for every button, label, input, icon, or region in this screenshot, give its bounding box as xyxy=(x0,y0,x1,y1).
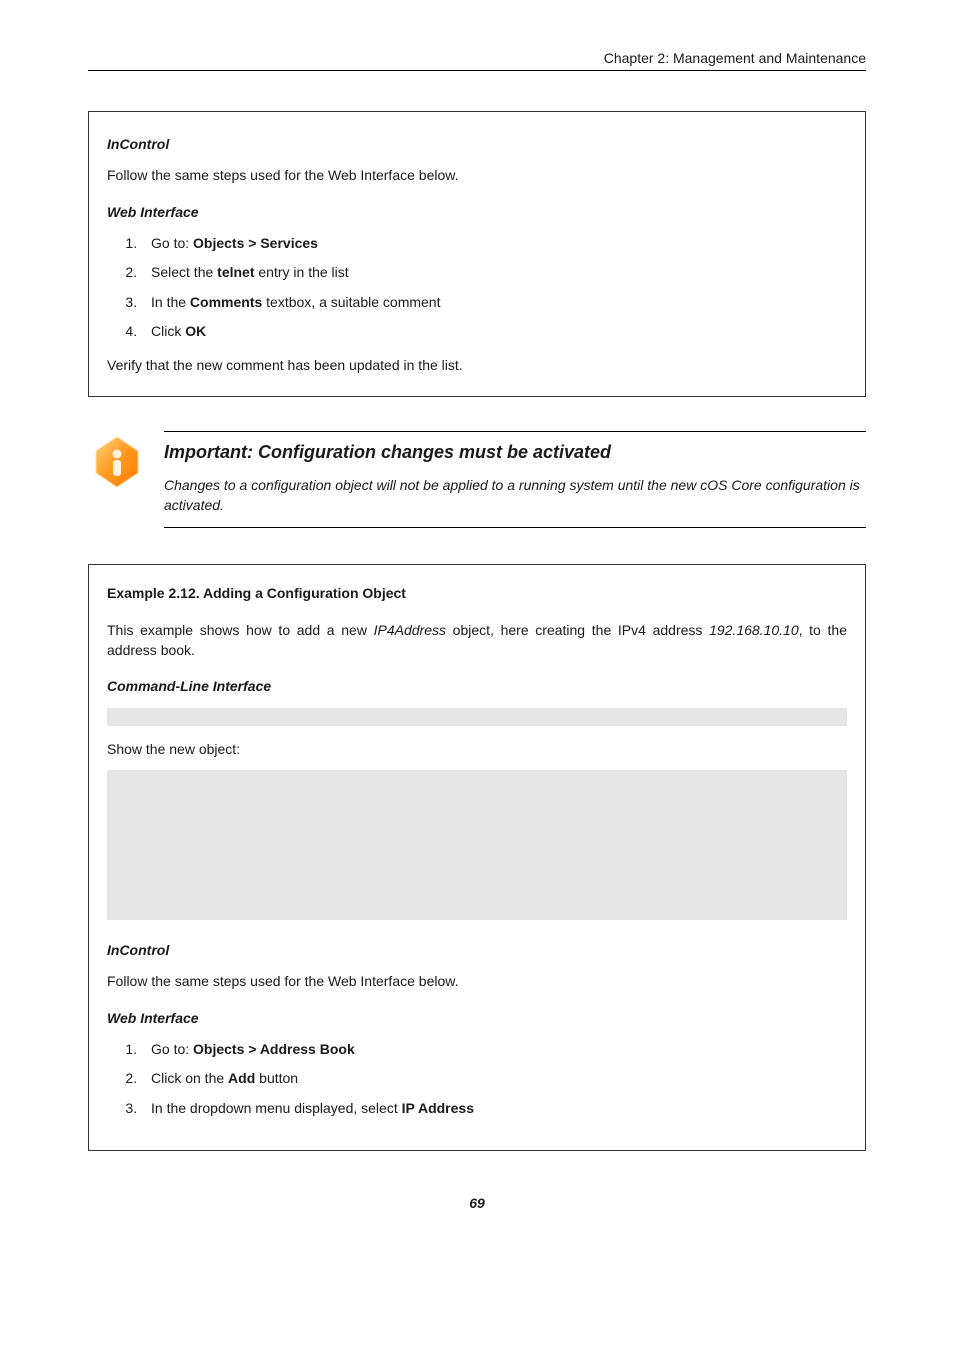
step-bold: Add xyxy=(228,1070,255,1086)
header-rule: Chapter 2: Management and Maintenance xyxy=(88,50,866,71)
desc-em2: 192.168.10.10 xyxy=(709,622,799,638)
callout-title: Important: Configuration changes must be… xyxy=(164,442,866,463)
cli-heading: Command-Line Interface xyxy=(107,678,847,694)
step-pre: Click xyxy=(151,323,185,339)
step-pre: Select the xyxy=(151,264,217,280)
list-item: In the Comments textbox, a suitable comm… xyxy=(141,293,847,313)
web-interface-heading: Web Interface xyxy=(107,204,847,220)
warning-icon xyxy=(90,425,164,489)
step-bold: telnet xyxy=(217,264,254,280)
show-new-object: Show the new object: xyxy=(107,740,847,760)
incontrol-text: Follow the same steps used for the Web I… xyxy=(107,166,847,186)
list-item: Go to: Objects > Services xyxy=(141,234,847,254)
page-number: 69 xyxy=(88,1195,866,1211)
cli-code-block-2 xyxy=(107,770,847,920)
step-pre: Click on the xyxy=(151,1070,228,1086)
step-bold: Objects > Services xyxy=(193,235,318,251)
step-pre: In the xyxy=(151,294,190,310)
step-bold: IP Address xyxy=(402,1100,474,1116)
incontrol-heading-2: InControl xyxy=(107,942,847,958)
step-post: button xyxy=(255,1070,298,1086)
callout-rule-top xyxy=(164,431,866,432)
desc-pre: This example shows how to add a new xyxy=(107,622,374,638)
list-item: Go to: Objects > Address Book xyxy=(141,1040,847,1060)
steps-list-2: Go to: Objects > Address Book Click on t… xyxy=(107,1040,847,1119)
chapter-title: Chapter 2: Management and Maintenance xyxy=(88,50,866,66)
list-item: Select the telnet entry in the list xyxy=(141,263,847,283)
step-pre: In the dropdown menu displayed, select xyxy=(151,1100,402,1116)
list-item: Click on the Add button xyxy=(141,1069,847,1089)
step-post: entry in the list xyxy=(255,264,349,280)
important-callout: Important: Configuration changes must be… xyxy=(88,425,866,529)
step-pre: Go to: xyxy=(151,1041,193,1057)
example-box-1: InControl Follow the same steps used for… xyxy=(88,111,866,397)
callout-rule-bottom xyxy=(164,527,866,528)
step-bold: OK xyxy=(185,323,206,339)
step-post: textbox, a suitable comment xyxy=(262,294,440,310)
desc-mid: object, here creating the IPv4 address xyxy=(446,622,709,638)
list-item: Click OK xyxy=(141,322,847,342)
web-interface-heading-2: Web Interface xyxy=(107,1010,847,1026)
example-box-2: Example 2.12. Adding a Configuration Obj… xyxy=(88,564,866,1151)
example-title: Example 2.12. Adding a Configuration Obj… xyxy=(107,585,847,601)
list-item: In the dropdown menu displayed, select I… xyxy=(141,1099,847,1119)
step-pre: Go to: xyxy=(151,235,193,251)
callout-text: Changes to a configuration object will n… xyxy=(164,475,866,516)
incontrol-heading: InControl xyxy=(107,136,847,152)
verify-text: Verify that the new comment has been upd… xyxy=(107,356,847,376)
step-bold: Objects > Address Book xyxy=(193,1041,355,1057)
example-desc: This example shows how to add a new IP4A… xyxy=(107,621,847,660)
step-bold: Comments xyxy=(190,294,262,310)
desc-em: IP4Address xyxy=(374,622,446,638)
callout-body: Important: Configuration changes must be… xyxy=(164,425,866,529)
incontrol-text-2: Follow the same steps used for the Web I… xyxy=(107,972,847,992)
steps-list-1: Go to: Objects > Services Select the tel… xyxy=(107,234,847,342)
cli-code-block-1 xyxy=(107,708,847,726)
